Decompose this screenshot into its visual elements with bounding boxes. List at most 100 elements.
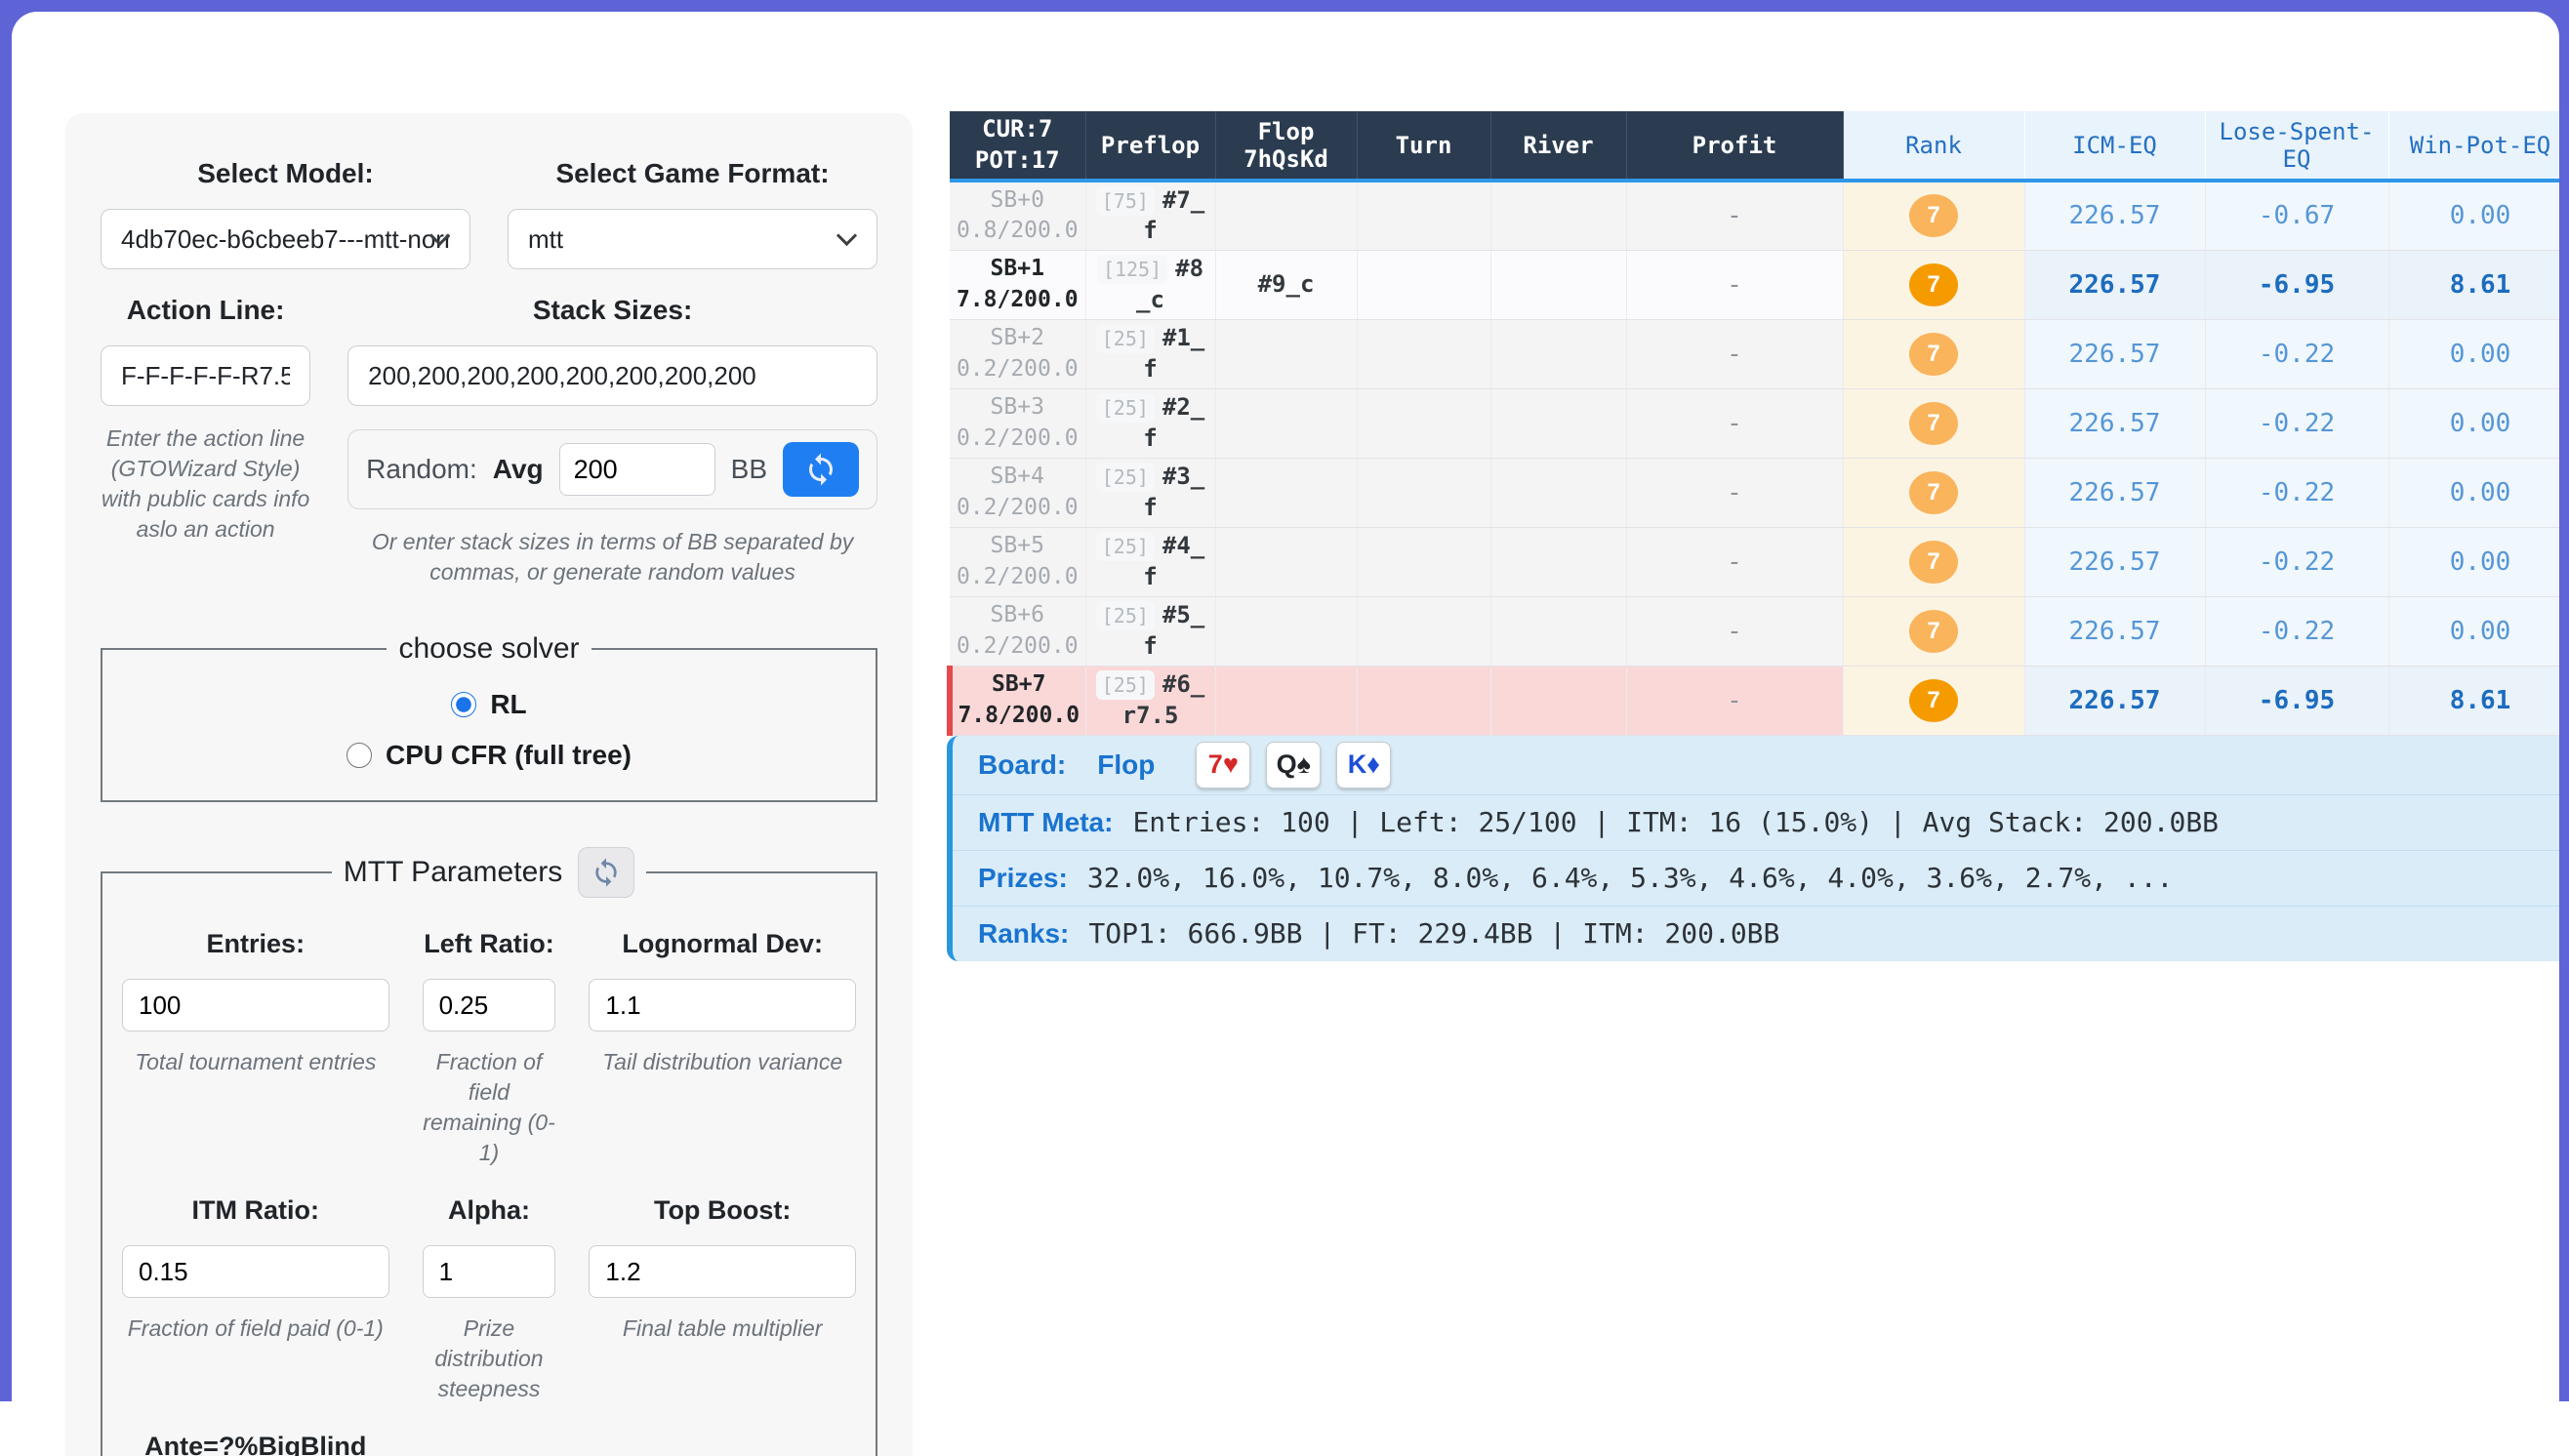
frequency-chip: [25] (1096, 324, 1155, 353)
ante-field: Ante=?%BigBlind Ante amount per player (122, 1404, 389, 1456)
lose-spent-eq-cell: -6.95 (2205, 666, 2388, 735)
table-row[interactable]: SB+4 0.2/200.0 [25]#3_f - 7 226.57 -0.22… (950, 458, 2559, 527)
board-row: Board: Flop 7♥Q♠K♦ (953, 736, 2559, 794)
table-row[interactable]: SB+7 7.8/200.0 [25]#6_r7.5 - 7 226.57 -6… (950, 666, 2559, 735)
solver-config-panel: Select Model: 4db70ec-b6cbeeb7---mtt-nor… (65, 113, 913, 1456)
flop-action-cell (1215, 596, 1357, 666)
position-cell: SB+6 0.2/200.0 (950, 596, 1085, 666)
win-pot-eq-cell: 0.00 (2388, 458, 2559, 527)
cpu-cfr-radio-label: CPU CFR (full tree) (386, 740, 632, 771)
icm-eq-header: ICM-EQ (2024, 111, 2205, 181)
itm-ratio-input[interactable] (122, 1245, 389, 1298)
alpha-hint: Prize distribution steepness (423, 1314, 556, 1404)
rank-badge: 7 (1909, 263, 1958, 306)
win-pot-eq-cell: 0.00 (2388, 388, 2559, 458)
entries-input[interactable] (122, 979, 389, 1031)
win-pot-eq-cell: 0.00 (2388, 181, 2559, 250)
mtt-meta-row: MTT Meta: Entries: 100 | Left: 25/100 | … (953, 794, 2559, 850)
solver-option-cpu-cfr[interactable]: CPU CFR (full tree) (122, 740, 856, 771)
entries-hint: Total tournament entries (122, 1047, 389, 1077)
flop-action-cell (1215, 527, 1357, 596)
generate-random-stacks-button[interactable] (783, 442, 859, 497)
river-header: River (1490, 111, 1626, 181)
rank-cell: 7 (1843, 666, 2024, 735)
stack-sizes-input[interactable] (347, 345, 877, 406)
solver-option-rl[interactable]: RL (122, 689, 856, 720)
strategy-table: CUR:7 POT:17 Preflop Flop 7hQsKd Turn Ri… (947, 111, 2559, 736)
rl-radio[interactable] (451, 692, 476, 717)
left-ratio-field: Left Ratio: Fraction of field remaining … (423, 902, 556, 1168)
turn-header: Turn (1357, 111, 1490, 181)
frequency-chip: [25] (1096, 463, 1155, 492)
icm-eq-cell: 226.57 (2024, 596, 2205, 666)
rank-badge: 7 (1909, 471, 1958, 514)
profit-cell: - (1626, 666, 1843, 735)
top-boost-input[interactable] (589, 1245, 856, 1298)
mtt-parameters-legend: MTT Parameters (332, 847, 647, 898)
win-pot-eq-cell: 0.00 (2388, 527, 2559, 596)
river-action-cell (1490, 181, 1626, 250)
win-pot-eq-cell: 8.61 (2388, 666, 2559, 735)
flop-action-cell (1215, 666, 1357, 735)
rank-badge: 7 (1909, 610, 1958, 653)
table-row[interactable]: SB+3 0.2/200.0 [25]#2_f - 7 226.57 -0.22… (950, 388, 2559, 458)
preflop-action-cell: [25]#3_f (1085, 458, 1215, 527)
table-row[interactable]: SB+0 0.8/200.0 [75]#7_f - 7 226.57 -0.67… (950, 181, 2559, 250)
tournament-info-block: Board: Flop 7♥Q♠K♦ MTT Meta: Entries: 10… (947, 736, 2559, 961)
profit-cell: - (1626, 458, 1843, 527)
ante-label: Ante=?%BigBlind (122, 1432, 389, 1456)
alpha-field: Alpha: Prize distribution steepness (423, 1168, 556, 1404)
preflop-action-cell: [25]#4_f (1085, 527, 1215, 596)
model-select[interactable]: 4db70ec-b6cbeeb7---mtt-normal-c (101, 209, 470, 269)
preflop-header: Preflop (1085, 111, 1215, 181)
win-pot-eq-cell: 0.00 (2388, 319, 2559, 388)
profit-cell: - (1626, 250, 1843, 319)
ranks-text: TOP1: 666.9BB | FT: 229.4BB | ITM: 200.0… (1088, 917, 1779, 950)
select-format-label: Select Game Format: (508, 158, 877, 189)
mtt-refresh-button[interactable] (578, 847, 634, 898)
app-background: Select Model: 4db70ec-b6cbeeb7---mtt-nor… (0, 0, 2569, 1401)
profit-cell: - (1626, 527, 1843, 596)
alpha-label: Alpha: (423, 1195, 556, 1226)
preflop-action-cell: [25]#2_f (1085, 388, 1215, 458)
ranks-row: Ranks: TOP1: 666.9BB | FT: 229.4BB | ITM… (953, 906, 2559, 961)
position-cell: SB+2 0.2/200.0 (950, 319, 1085, 388)
table-row[interactable]: SB+5 0.2/200.0 [25]#4_f - 7 226.57 -0.22… (950, 527, 2559, 596)
rank-cell: 7 (1843, 181, 2024, 250)
game-format-select[interactable]: mtt (508, 209, 877, 269)
flop-header: Flop 7hQsKd (1215, 111, 1357, 181)
icm-eq-cell: 226.57 (2024, 458, 2205, 527)
rank-header: Rank (1843, 111, 2024, 181)
icm-eq-cell: 226.57 (2024, 388, 2205, 458)
action-line-input[interactable] (101, 345, 310, 406)
lognormal-dev-input[interactable] (589, 979, 856, 1031)
flop-action-cell (1215, 181, 1357, 250)
profit-cell: - (1626, 319, 1843, 388)
random-label: Random: (366, 454, 477, 485)
river-action-cell (1490, 666, 1626, 735)
board-street: Flop (1097, 749, 1155, 781)
table-row[interactable]: SB+1 7.8/200.0 [125]#8_c #9_c - 7 226.57… (950, 250, 2559, 319)
refresh-icon (591, 857, 622, 888)
rank-cell: 7 (1843, 458, 2024, 527)
stack-sizes-hint: Or enter stack sizes in terms of BB sepa… (347, 527, 877, 587)
left-ratio-input[interactable] (423, 979, 556, 1031)
preflop-action-cell: [75]#7_f (1085, 181, 1215, 250)
lognormal-dev-field: Lognormal Dev: Tail distribution varianc… (589, 902, 856, 1168)
left-ratio-label: Left Ratio: (423, 929, 556, 959)
rank-cell: 7 (1843, 527, 2024, 596)
table-row[interactable]: SB+6 0.2/200.0 [25]#5_f - 7 226.57 -0.22… (950, 596, 2559, 666)
position-cell: SB+1 7.8/200.0 (950, 250, 1085, 319)
table-row[interactable]: SB+2 0.2/200.0 [25]#1_f - 7 226.57 -0.22… (950, 319, 2559, 388)
random-avg-input[interactable] (559, 443, 715, 496)
river-action-cell (1490, 250, 1626, 319)
position-cell: SB+7 7.8/200.0 (950, 666, 1085, 735)
frequency-chip: [125] (1097, 255, 1167, 284)
cpu-cfr-radio[interactable] (347, 743, 372, 768)
alpha-input[interactable] (423, 1245, 556, 1298)
win-pot-eq-cell: 0.00 (2388, 596, 2559, 666)
lose-spent-eq-cell: -0.22 (2205, 458, 2388, 527)
prizes-row: Prizes: 32.0%, 16.0%, 10.7%, 8.0%, 6.4%,… (953, 850, 2559, 906)
entries-label: Entries: (122, 929, 389, 959)
board-card: Q♠ (1266, 742, 1321, 789)
